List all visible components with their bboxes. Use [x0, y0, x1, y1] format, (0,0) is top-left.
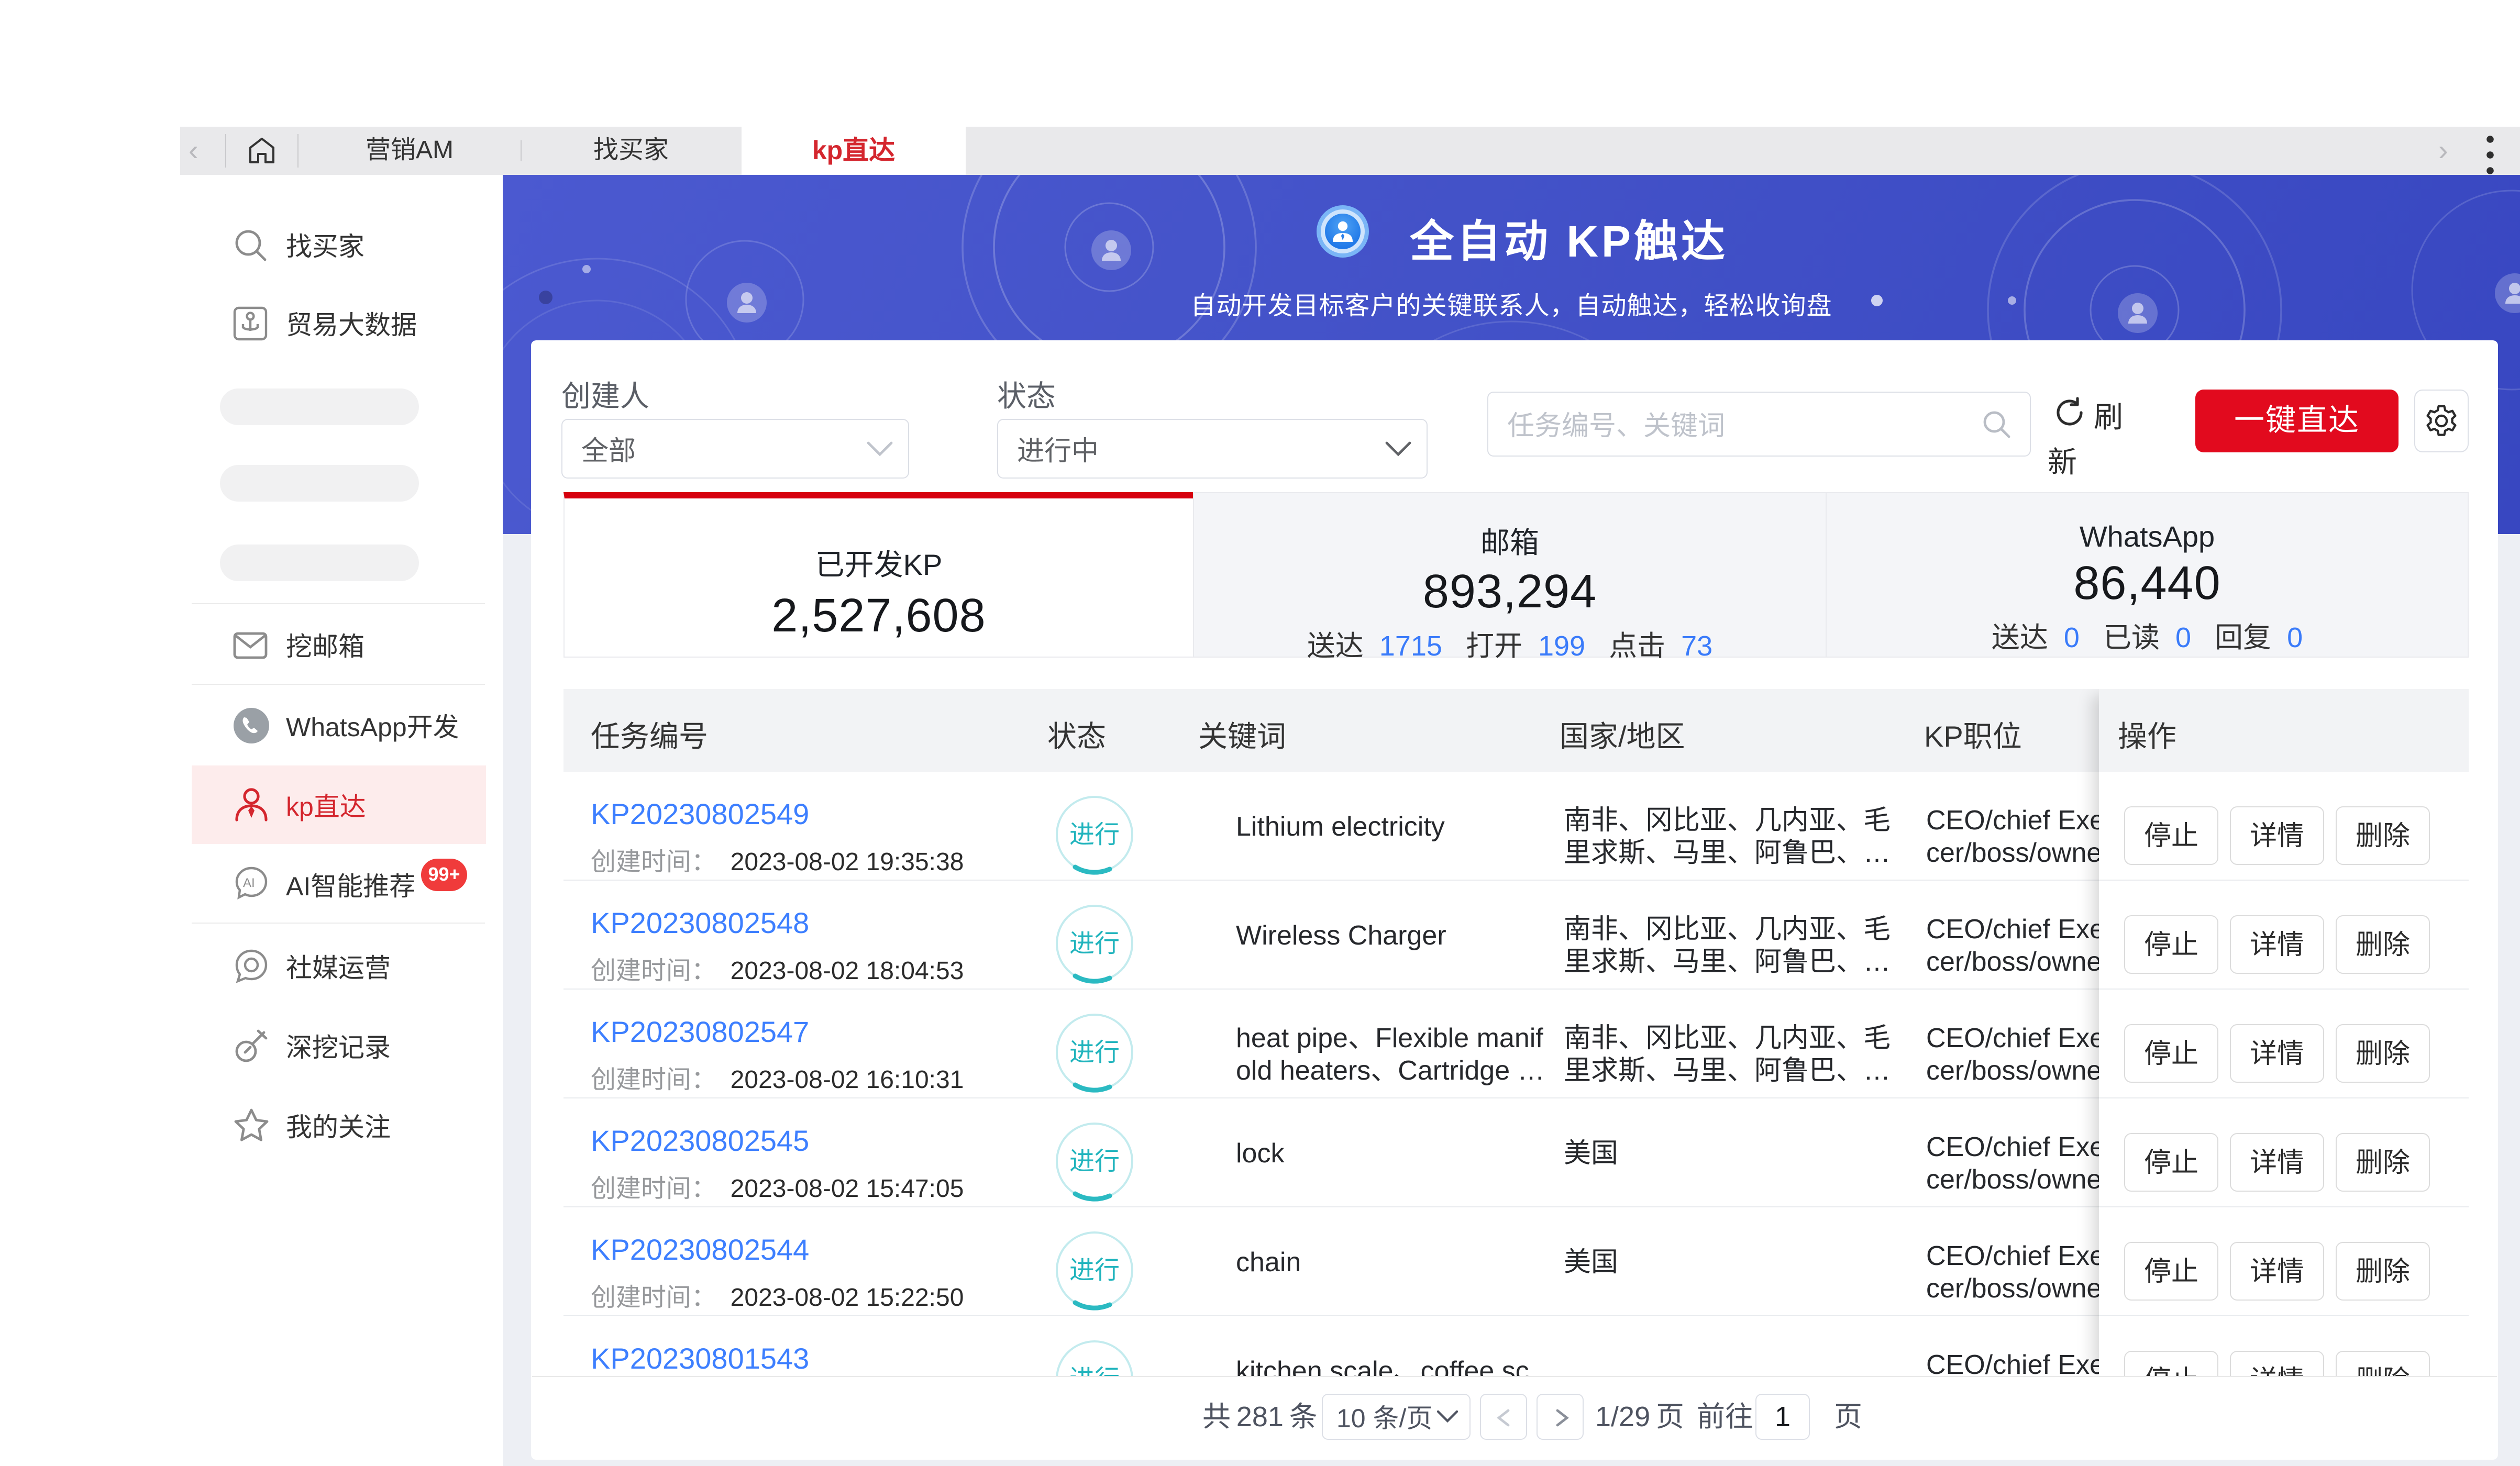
- svg-text:进行: 进行: [1069, 1365, 1120, 1376]
- svg-text:进行: 进行: [1069, 1039, 1120, 1067]
- svg-text:进行: 进行: [1069, 821, 1120, 849]
- svg-text:进行: 进行: [1069, 1257, 1120, 1284]
- svg-text:进行: 进行: [1069, 930, 1120, 958]
- svg-text:进行: 进行: [1069, 1148, 1120, 1175]
- svg-text:AI: AI: [243, 876, 255, 890]
